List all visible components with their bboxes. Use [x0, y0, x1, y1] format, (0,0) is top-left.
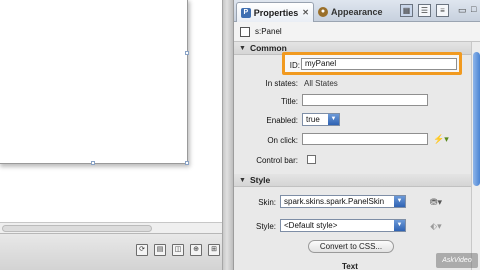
alphabetical-view-icon[interactable]: ≡	[436, 4, 449, 17]
section-common-title: Common	[249, 43, 287, 53]
design-canvas[interactable]: ⟳ ▤ ◫ ⊕ ⊞	[0, 0, 222, 270]
selection-handle[interactable]	[185, 51, 189, 55]
selected-component-row: s:Panel	[234, 22, 480, 42]
close-icon[interactable]: ✕	[302, 8, 309, 17]
style-label: Style:	[255, 222, 276, 231]
style-select-value: <Default style>	[284, 221, 338, 230]
properties-scroll-thumb[interactable]	[473, 52, 480, 186]
enabled-select-value: true	[306, 115, 320, 124]
enabled-select[interactable]: true ▼	[302, 113, 340, 126]
chevron-down-icon[interactable]: ▼	[394, 196, 405, 207]
component-name: s:Panel	[255, 27, 282, 36]
layout-icon[interactable]: ⊞	[208, 244, 220, 256]
chevron-down-icon[interactable]: ▼	[328, 114, 339, 125]
lightning-bolt-icon[interactable]: ⚡▾	[433, 133, 449, 145]
panel-tab-bar: P Properties ✕ ● Appearance ▦ ☰ ≡ ▭ □	[234, 0, 480, 22]
title-label: Title:	[280, 97, 298, 106]
zoom-icon[interactable]: ⊕	[190, 244, 202, 256]
maximize-icon[interactable]: □	[471, 4, 476, 14]
tab-appearance[interactable]: ● Appearance	[314, 2, 392, 22]
canvas-scroll-thumb[interactable]	[2, 225, 152, 232]
onclick-field[interactable]	[302, 133, 428, 145]
section-style-header[interactable]: ▼ Style	[234, 174, 471, 187]
canvas-horizontal-scrollbar[interactable]	[0, 222, 222, 233]
skin-select[interactable]: spark.skins.spark.PanelSkin ▼	[280, 195, 406, 208]
preview-icon[interactable]: ◫	[172, 244, 184, 256]
properties-vertical-scrollbar[interactable]	[471, 42, 480, 270]
tab-appearance-label: Appearance	[331, 7, 383, 17]
standard-view-icon[interactable]: ▦	[400, 4, 413, 17]
panel-component-icon	[240, 26, 250, 37]
style-icon[interactable]: ⬖▾	[429, 220, 443, 232]
id-field[interactable]: myPanel	[301, 58, 457, 70]
collapse-triangle-icon[interactable]: ▼	[239, 177, 246, 184]
skin-label: Skin:	[258, 198, 276, 207]
selection-handle[interactable]	[91, 161, 95, 165]
paint-bucket-icon[interactable]: ⛃▾	[429, 196, 443, 208]
refresh-icon[interactable]: ⟳	[136, 244, 148, 256]
style-select[interactable]: <Default style> ▼	[280, 219, 406, 232]
id-label: ID:	[289, 61, 300, 70]
skin-select-value: spark.skins.spark.PanelSkin	[284, 197, 385, 206]
appearance-icon: ●	[318, 7, 328, 17]
category-view-icon[interactable]: ☰	[418, 4, 431, 17]
collapse-triangle-icon[interactable]: ▼	[239, 45, 246, 52]
selection-handle[interactable]	[185, 161, 189, 165]
title-field[interactable]	[302, 94, 428, 106]
minimize-icon[interactable]: ▭	[458, 5, 467, 16]
onclick-label: On click:	[267, 136, 298, 145]
panel-component-preview[interactable]	[0, 0, 189, 165]
section-text-title[interactable]: Text	[342, 262, 358, 270]
properties-icon: P	[241, 7, 251, 18]
control-bar-checkbox[interactable]	[307, 155, 316, 164]
panel-splitter[interactable]	[222, 0, 233, 270]
show-surrounding-icon[interactable]: ▤	[154, 244, 166, 256]
section-style-title: Style	[249, 175, 271, 185]
properties-panel: P Properties ✕ ● Appearance ▦ ☰ ≡ ▭ □ s:…	[233, 0, 480, 270]
enabled-label: Enabled:	[266, 116, 298, 125]
watermark-logo: AskVideo	[436, 253, 478, 268]
convert-to-css-button[interactable]: Convert to CSS...	[308, 240, 394, 253]
control-bar-label: Control bar:	[256, 156, 298, 165]
in-states-label: In states:	[265, 79, 298, 88]
in-states-value[interactable]: All States	[304, 79, 338, 88]
tab-properties-label: Properties	[253, 7, 299, 18]
bottom-toolbar: ⟳ ▤ ◫ ⊕ ⊞	[0, 233, 222, 270]
chevron-down-icon[interactable]: ▼	[394, 220, 405, 231]
tab-properties[interactable]: P Properties ✕	[236, 2, 314, 22]
